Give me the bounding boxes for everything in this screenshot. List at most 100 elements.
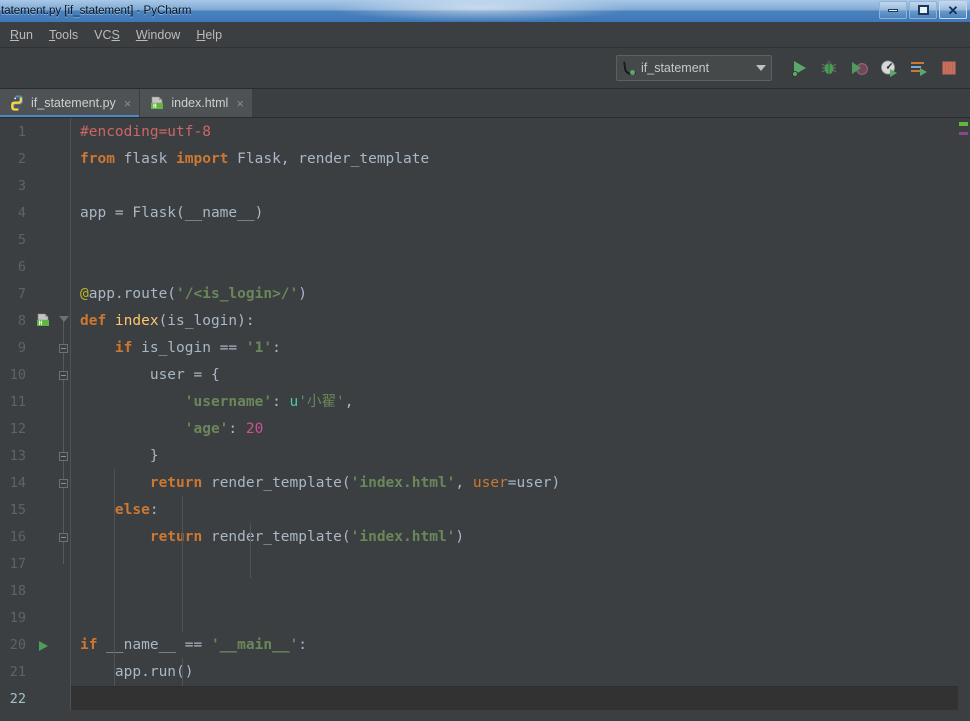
minimize-icon	[888, 8, 898, 12]
gutter-slot	[31, 254, 57, 281]
code-line[interactable]	[71, 686, 970, 710]
code-editor[interactable]: 1 2 3 4 5 6 7 8 9 10 11 12 13 14 15 16 17 18 19 20 21 22 H #e…	[0, 118, 970, 710]
code-line[interactable]	[71, 254, 970, 281]
line-number: 21	[9, 664, 26, 680]
tab-close-icon[interactable]: ×	[124, 97, 132, 110]
code-token: render_template(	[202, 475, 351, 491]
code-token: user = {	[80, 367, 220, 383]
tab-if-statement-py[interactable]: if_statement.py ×	[0, 89, 141, 117]
html-template-gutter-icon[interactable]: H	[35, 313, 52, 329]
console-icon	[911, 62, 927, 76]
fold-slot[interactable]	[57, 524, 70, 551]
code-line[interactable]: @app.route('/<is_login>/')	[71, 281, 970, 308]
run-console-button[interactable]	[906, 55, 932, 81]
code-token: from	[80, 151, 115, 167]
fold-slot[interactable]	[57, 362, 70, 389]
gutter-icon-column[interactable]: H	[31, 118, 57, 710]
code-line[interactable]: #encoding=utf-8	[71, 119, 970, 146]
stop-button[interactable]	[936, 55, 962, 81]
code-line[interactable]	[71, 173, 970, 200]
code-line[interactable]: }	[71, 443, 970, 470]
minimize-button[interactable]	[879, 1, 907, 19]
fold-marker-icon[interactable]	[59, 371, 68, 380]
run-configuration-icon	[622, 60, 638, 76]
gutter-slot	[31, 578, 57, 605]
code-line[interactable]: return render_template('index.html', use…	[71, 470, 970, 497]
fold-marker-icon[interactable]	[59, 479, 68, 488]
code-line[interactable]: 'username': u'小翟',	[71, 389, 970, 416]
code-line[interactable]: from flask import Flask, render_template	[71, 146, 970, 173]
error-marker-strip[interactable]	[958, 118, 970, 710]
profile-button[interactable]	[876, 55, 902, 81]
code-token: import	[176, 151, 229, 167]
code-line[interactable]	[71, 227, 970, 254]
code-token: def	[80, 313, 115, 329]
fold-slot	[57, 200, 70, 227]
debug-button[interactable]	[816, 55, 842, 81]
coverage-icon	[852, 62, 868, 75]
code-line[interactable]: if is_login == '1':	[71, 335, 970, 362]
code-line[interactable]: def index(is_login):	[71, 308, 970, 335]
code-line[interactable]: return render_template('index.html')	[71, 524, 970, 551]
maximize-button[interactable]	[909, 1, 937, 19]
fold-marker-icon[interactable]	[59, 452, 68, 461]
fold-collapse-arrow-icon[interactable]	[59, 316, 69, 322]
gutter-slot	[31, 497, 57, 524]
run-button[interactable]	[786, 55, 812, 81]
gutter-slot	[31, 173, 57, 200]
menu-item-window[interactable]: Window	[128, 25, 188, 45]
fold-slot[interactable]	[57, 308, 70, 335]
fold-slot	[57, 173, 70, 200]
run-configuration-selector[interactable]: if_statement	[616, 55, 772, 81]
close-button[interactable]: ✕	[939, 1, 967, 19]
code-folding-column[interactable]	[57, 118, 71, 710]
tab-index-html[interactable]: H index.html ×	[140, 89, 253, 117]
gutter-slot	[31, 119, 57, 146]
code-content[interactable]: #encoding=utf-8 from flask import Flask, …	[71, 118, 970, 710]
code-line[interactable]: if __name__ == '__main__':	[71, 632, 970, 659]
fold-slot	[57, 119, 70, 146]
code-line[interactable]: else:	[71, 497, 970, 524]
code-line[interactable]: 'age': 20	[71, 416, 970, 443]
menu-item-run[interactable]: Run	[2, 25, 41, 45]
fold-slot[interactable]	[57, 443, 70, 470]
menu-item-tools[interactable]: Tools	[41, 25, 86, 45]
fold-marker-icon[interactable]	[59, 344, 68, 353]
run-icon	[792, 61, 806, 77]
menu-item-vcs[interactable]: VCS	[86, 25, 128, 45]
line-number: 4	[17, 205, 26, 221]
gutter-slot	[31, 443, 57, 470]
code-token: =user)	[507, 475, 561, 491]
line-number: 15	[9, 502, 26, 518]
menu-item-help[interactable]: Help	[188, 25, 230, 45]
gutter-slot	[31, 362, 57, 389]
fold-slot[interactable]	[57, 335, 70, 362]
fold-slot	[57, 632, 70, 659]
fold-marker-icon[interactable]	[59, 533, 68, 542]
inspection-marker[interactable]	[959, 132, 968, 135]
code-line[interactable]: app = Flask(__name__)	[71, 200, 970, 227]
window-title-bar: tatement.py [if_statement] - PyCharm ✕	[0, 0, 970, 22]
code-token: u	[289, 394, 299, 410]
line-number: 14	[9, 475, 26, 491]
inspection-marker[interactable]	[959, 122, 968, 126]
code-line[interactable]: user = {	[71, 362, 970, 389]
code-line[interactable]	[71, 578, 970, 605]
debug-icon	[821, 60, 837, 75]
run-coverage-button[interactable]	[846, 55, 872, 81]
code-line[interactable]: app.run()	[71, 659, 970, 686]
code-line[interactable]	[71, 551, 970, 578]
code-line[interactable]	[71, 605, 970, 632]
gutter-slot[interactable]	[31, 632, 57, 659]
run-gutter-icon[interactable]	[36, 639, 50, 653]
fold-slot[interactable]	[57, 470, 70, 497]
tab-close-icon[interactable]: ×	[236, 97, 244, 110]
code-token: return	[149, 475, 203, 491]
gutter-slot[interactable]: H	[31, 308, 57, 335]
code-token: 'index.html'	[350, 529, 456, 545]
line-number: 10	[9, 367, 26, 383]
line-number: 18	[9, 583, 26, 599]
code-token: '1'	[245, 340, 273, 356]
editor-tab-strip: if_statement.py × H index.html ×	[0, 89, 970, 118]
